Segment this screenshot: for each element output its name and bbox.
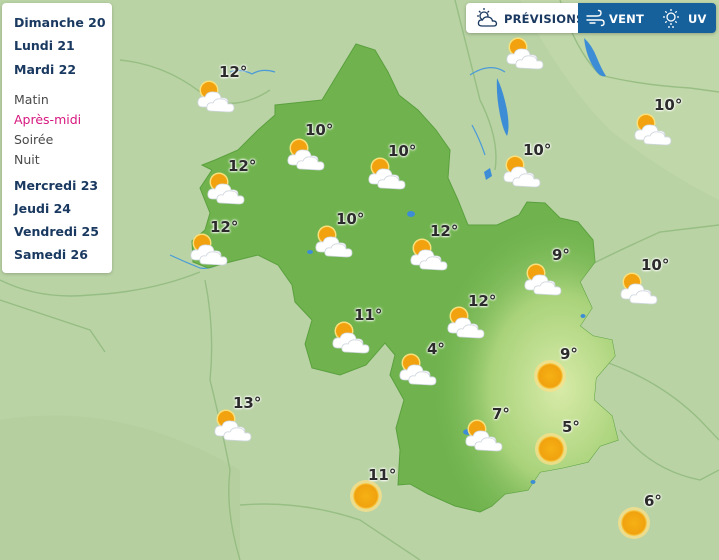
temperature-label: 10° bbox=[388, 142, 417, 160]
temperature-label: 9° bbox=[552, 246, 570, 264]
temperature-label: 9° bbox=[560, 345, 578, 363]
period-item-apres-midi[interactable]: Après-midi bbox=[14, 112, 81, 127]
day-item-jeudi[interactable]: Jeudi 24 bbox=[14, 201, 71, 216]
temperature-label: 10° bbox=[336, 210, 365, 228]
day-item-mardi[interactable]: Mardi 22 bbox=[14, 62, 76, 77]
period-item-soiree[interactable]: Soirée bbox=[14, 132, 53, 147]
temperature-label: 5° bbox=[562, 418, 580, 436]
temperature-label: 11° bbox=[368, 466, 397, 484]
temperature-label: 10° bbox=[305, 121, 334, 139]
temperature-label: 12° bbox=[210, 218, 239, 236]
temperature-label: 4° bbox=[427, 340, 445, 358]
day-item-vendredi[interactable]: Vendredi 25 bbox=[14, 224, 99, 239]
uv-sun-icon bbox=[663, 9, 679, 28]
tab-uv[interactable]: UV bbox=[650, 3, 716, 33]
period-item-nuit[interactable]: Nuit bbox=[14, 152, 40, 167]
day-item-mercredi[interactable]: Mercredi 23 bbox=[14, 178, 98, 193]
sun-icon bbox=[534, 360, 566, 392]
period-item-matin[interactable]: Matin bbox=[14, 92, 49, 107]
temperature-label: 11° bbox=[354, 306, 383, 324]
cloud-sun-icon bbox=[477, 8, 498, 27]
temperature-label: 7° bbox=[492, 405, 510, 423]
temperature-label: 12° bbox=[430, 222, 459, 240]
tab-wind[interactable]: VENT bbox=[578, 3, 650, 33]
temperature-label: 12° bbox=[219, 63, 248, 81]
tab-wind-label: VENT bbox=[609, 12, 645, 26]
temperature-label: 12° bbox=[228, 157, 257, 175]
sun-icon bbox=[535, 433, 567, 465]
temperature-label: 13° bbox=[233, 394, 262, 412]
wind-icon bbox=[586, 9, 605, 27]
temperature-label: 12° bbox=[468, 292, 497, 310]
temperature-label: 10° bbox=[523, 141, 552, 159]
day-item-samedi[interactable]: Samedi 26 bbox=[14, 247, 88, 262]
day-selector-panel: Dimanche 20 Lundi 21 Mardi 22 Matin Aprè… bbox=[2, 3, 112, 273]
sun-icon bbox=[618, 507, 650, 539]
temperature-label: 10° bbox=[654, 96, 683, 114]
map-mode-tabs: PRÉVISIONS VENT UV bbox=[466, 3, 716, 33]
temperature-label: 6° bbox=[644, 492, 662, 510]
sun-icon bbox=[350, 480, 382, 512]
day-item-dimanche[interactable]: Dimanche 20 bbox=[14, 15, 106, 30]
tab-forecast[interactable]: PRÉVISIONS bbox=[466, 3, 584, 33]
day-item-lundi[interactable]: Lundi 21 bbox=[14, 38, 75, 53]
tab-uv-label: UV bbox=[688, 12, 707, 26]
temperature-label: 10° bbox=[641, 256, 670, 274]
tab-forecast-label: PRÉVISIONS bbox=[504, 12, 585, 26]
